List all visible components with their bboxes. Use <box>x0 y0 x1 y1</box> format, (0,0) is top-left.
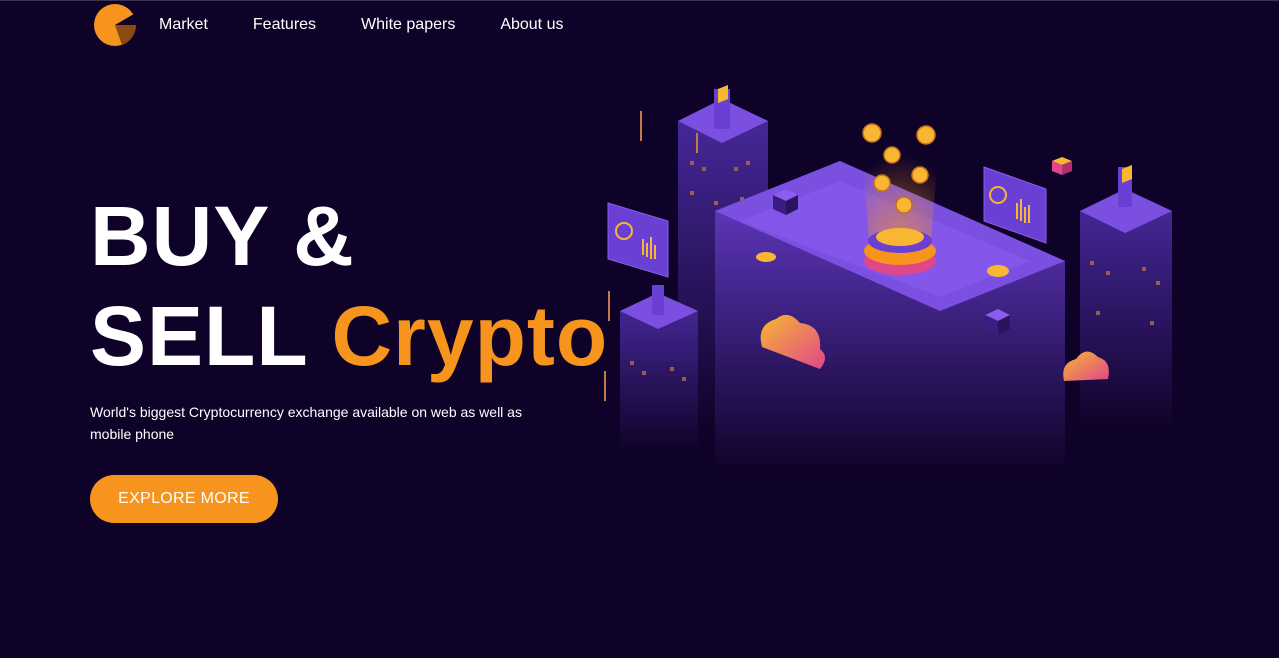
isometric-crypto-city-illustration <box>604 85 1172 471</box>
hero-title-accent: Crypto <box>331 289 609 383</box>
nav-item-market[interactable]: Market <box>159 16 208 34</box>
hero-title-line2: SELL Crypto <box>90 286 608 386</box>
explore-more-button[interactable]: EXPLORE MORE <box>90 475 278 523</box>
nav-item-about-us[interactable]: About us <box>500 16 563 34</box>
pacman-logo-icon[interactable] <box>92 3 140 47</box>
hero-title: BUY & SELL Crypto <box>90 186 608 386</box>
hero-title-line1: BUY & <box>90 189 355 283</box>
hero-title-prefix: SELL <box>90 289 308 383</box>
nav-item-features[interactable]: Features <box>253 16 316 34</box>
hero-subtitle: World's biggest Cryptocurrency exchange … <box>90 404 522 442</box>
top-navigation: Market Features White papers About us <box>92 3 608 47</box>
nav-item-white-papers[interactable]: White papers <box>361 16 455 34</box>
